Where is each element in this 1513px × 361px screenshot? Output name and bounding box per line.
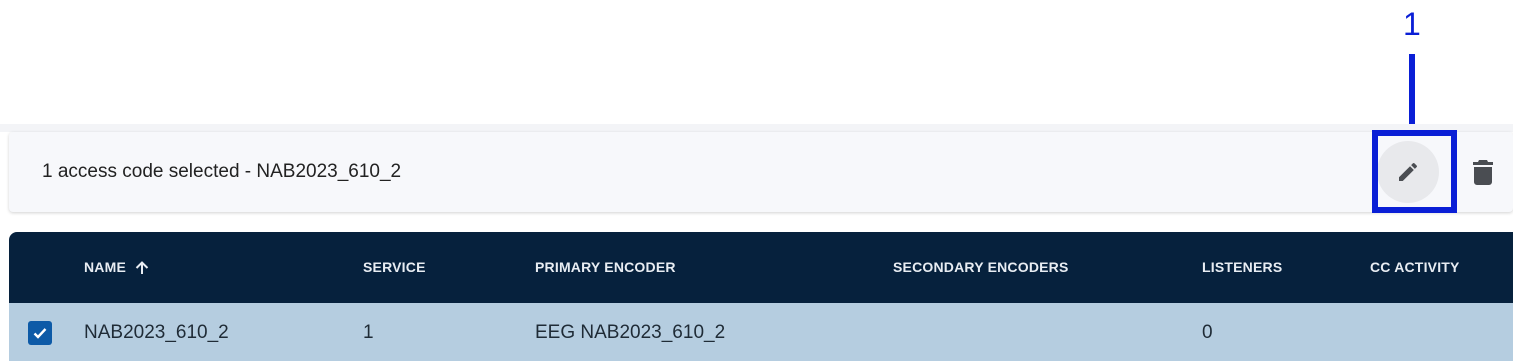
annotation-highlight-box: [1372, 130, 1457, 213]
column-header-secondary-encoders[interactable]: SECONDARY ENCODERS: [893, 232, 1069, 303]
table-row[interactable]: NAB2023_610_2 1 EEG NAB2023_610_2 0: [9, 303, 1513, 361]
checkmark-icon: [31, 324, 49, 342]
cell-service: 1: [363, 322, 374, 343]
cell-name: NAB2023_610_2: [84, 322, 229, 343]
row-checkbox[interactable]: [28, 321, 52, 345]
selection-toolbar: 1 access code selected - NAB2023_610_2: [9, 132, 1513, 212]
selection-summary: 1 access code selected - NAB2023_610_2: [42, 161, 402, 182]
column-header-service[interactable]: SERVICE: [363, 232, 426, 303]
column-header-listeners[interactable]: LISTENERS: [1202, 232, 1282, 303]
column-header-cc-activity[interactable]: CC ACTIVITY: [1370, 232, 1460, 303]
delete-button[interactable]: [1465, 152, 1501, 192]
sort-ascending-icon: [134, 260, 150, 276]
column-header-name[interactable]: NAME: [84, 232, 150, 303]
column-header-primary-encoder[interactable]: PRIMARY ENCODER: [535, 232, 676, 303]
annotation-pointer-line: [1409, 54, 1415, 132]
cell-primary-encoder: EEG NAB2023_610_2: [535, 322, 726, 343]
table-header: NAME SERVICE PRIMARY ENCODER SECONDARY E…: [9, 232, 1513, 303]
top-divider-band: [0, 124, 1513, 132]
access-codes-table: NAME SERVICE PRIMARY ENCODER SECONDARY E…: [9, 232, 1513, 361]
trash-icon: [1472, 159, 1494, 185]
annotation-number: 1: [1403, 6, 1421, 42]
cell-listeners: 0: [1202, 322, 1213, 343]
